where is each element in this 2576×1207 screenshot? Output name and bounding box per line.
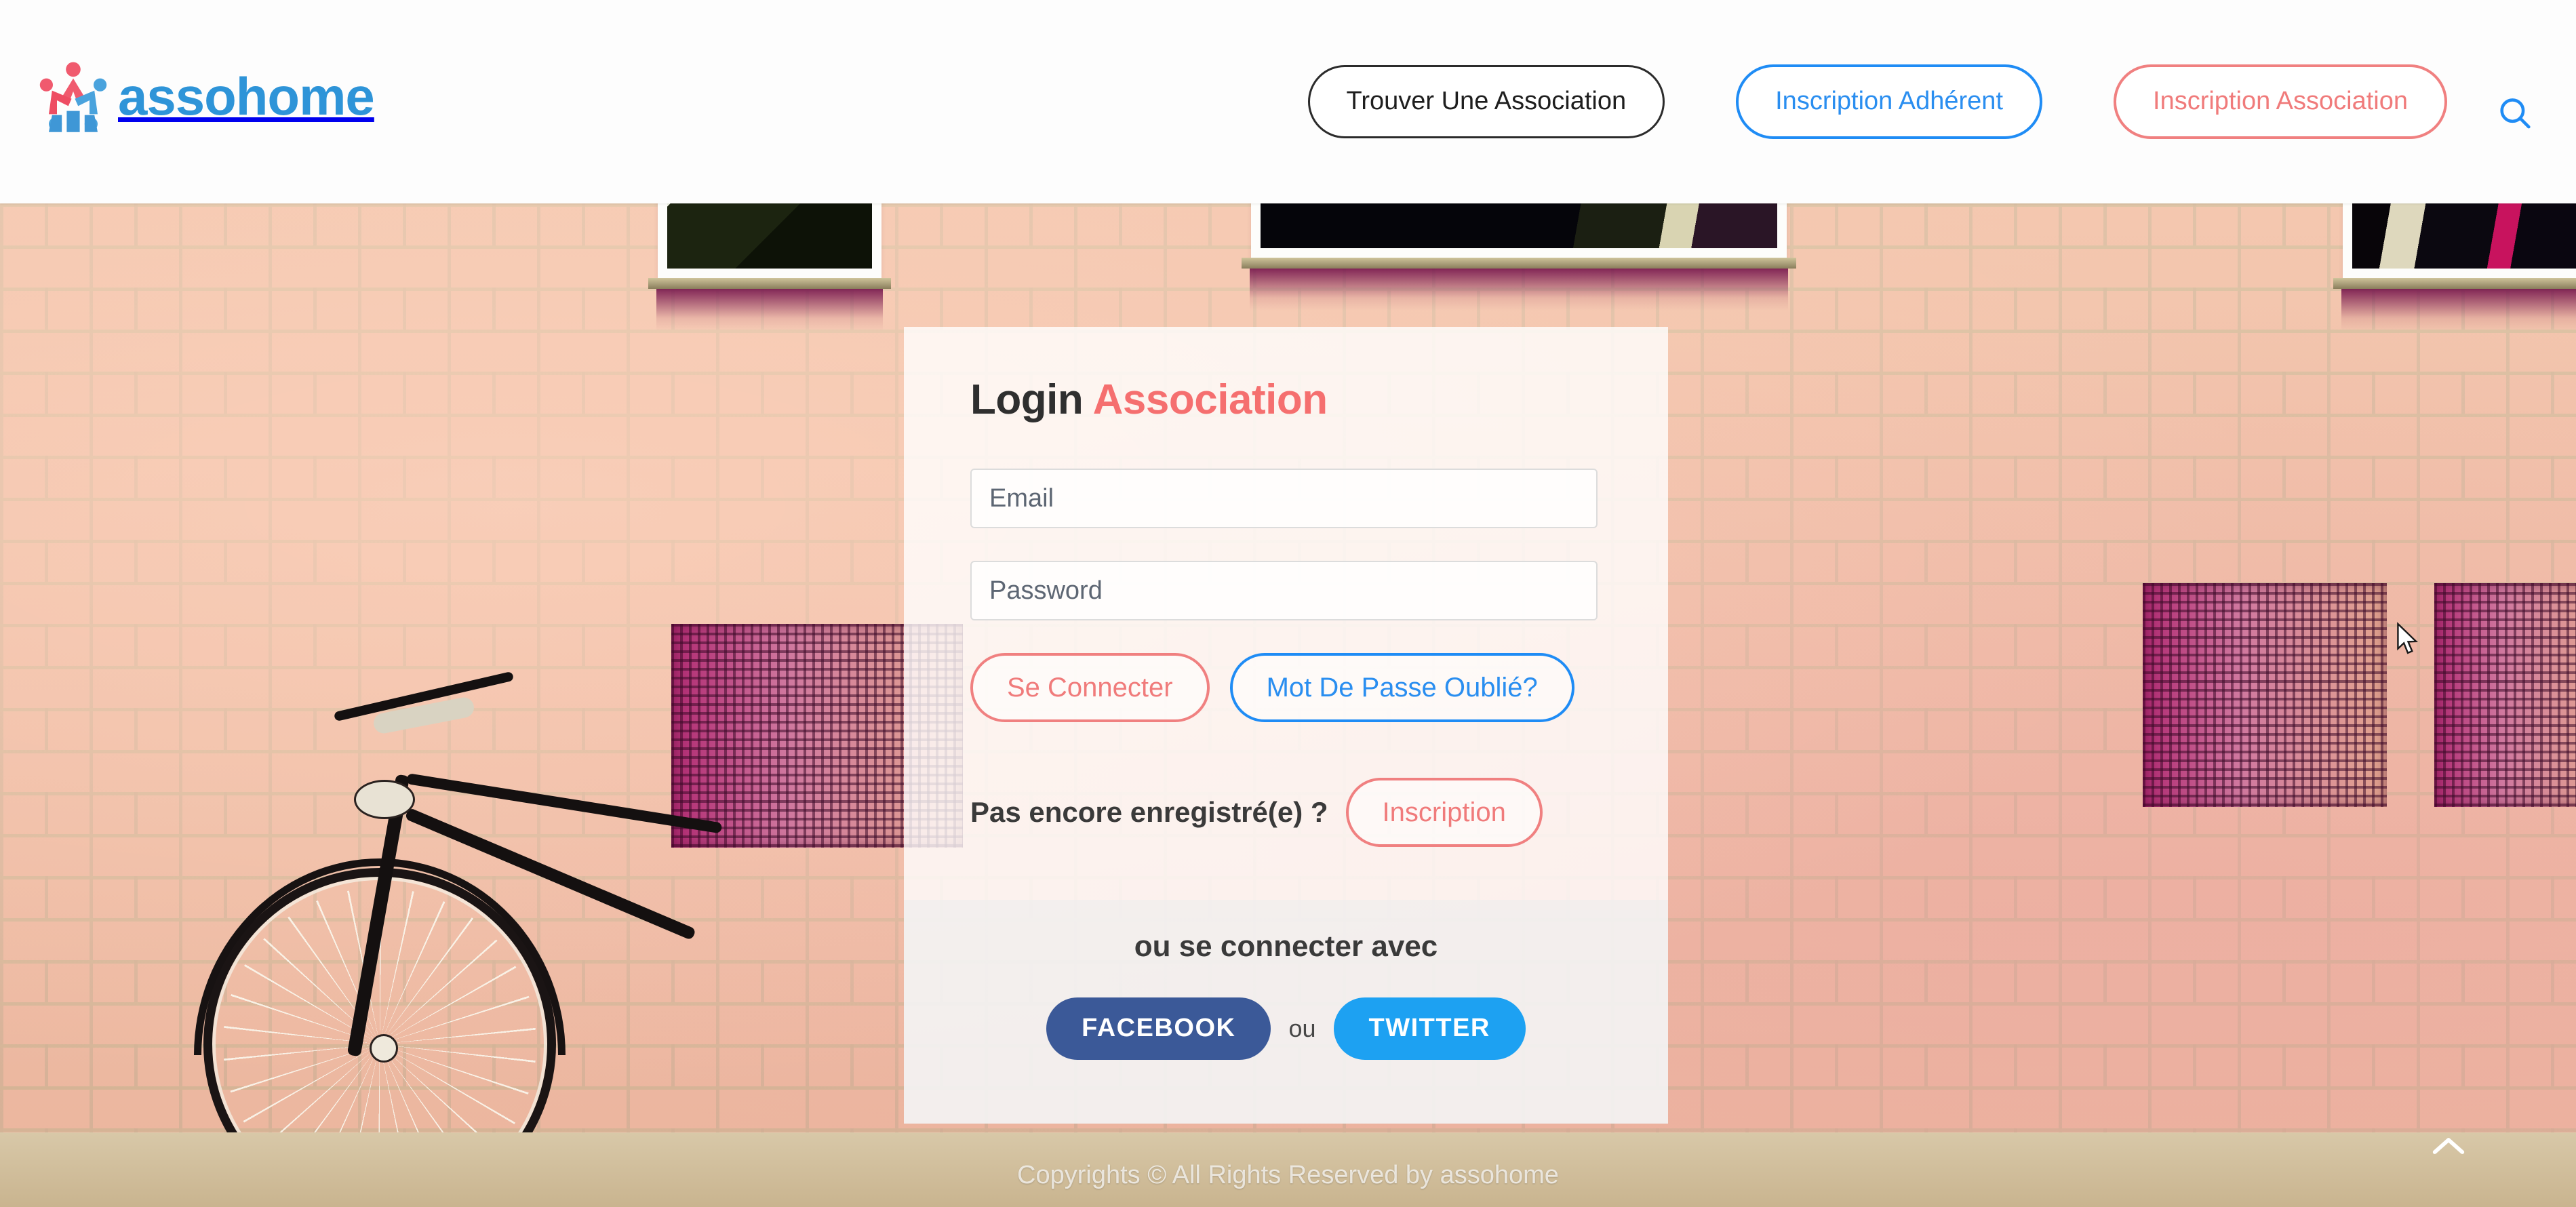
brand-name: assohome [118, 66, 375, 126]
nav-inscription-association[interactable]: Inscription Association [2114, 64, 2447, 139]
background-window-middle [1251, 203, 1787, 258]
se-connecter-button[interactable]: Se Connecter [970, 653, 1210, 722]
window-stain-right [2341, 289, 2576, 331]
login-action-row: Se Connecter Mot De Passe Oublié? [970, 653, 1602, 722]
page-title-accent: Association [1092, 376, 1328, 423]
chevron-up-icon[interactable] [2421, 1122, 2476, 1170]
window-pane [2352, 203, 2576, 269]
window-stain-middle [1250, 269, 1788, 311]
twitter-login-button[interactable]: TWITTER [1333, 997, 1526, 1060]
signup-prompt-label: Pas encore enregistré(e) ? [970, 796, 1328, 828]
page-title-main: Login [970, 376, 1084, 423]
page-title: Login Association [970, 376, 1602, 424]
password-input[interactable] [970, 561, 1598, 620]
main-navigation: Trouver Une Association Inscription Adhé… [1307, 0, 2447, 203]
window-pane [1261, 203, 1777, 248]
social-login-title: ou se connecter avec [1134, 930, 1438, 963]
nav-trouver-une-association[interactable]: Trouver Une Association [1307, 65, 1665, 138]
window-stain-left [656, 289, 883, 331]
background-vent-right-b [2434, 583, 2576, 807]
window-sill-right [2333, 278, 2576, 289]
window-sill-middle [1242, 258, 1796, 269]
nav-inscription-adherent[interactable]: Inscription Adhérent [1736, 64, 2043, 139]
facebook-login-button[interactable]: FACEBOOK [1046, 997, 1271, 1060]
page-root: assohome Trouver Une Association Inscrip… [0, 0, 2576, 1207]
login-card-body: Login Association Se Connecter Mot De Pa… [904, 327, 1668, 847]
window-sill-left [648, 278, 891, 289]
chevron-up-icon-glyph [2432, 1138, 2465, 1154]
brand-logo-link[interactable]: assohome [33, 56, 375, 137]
site-header: assohome Trouver Une Association Inscrip… [0, 0, 2576, 203]
window-pane [667, 203, 872, 269]
mouse-cursor [2397, 622, 2419, 654]
bicycle-top-tube [405, 773, 723, 834]
search-icon[interactable] [2482, 81, 2548, 146]
copyright-text: Copyrights © All Rights Reserved by asso… [1017, 1161, 1559, 1189]
inscription-button[interactable]: Inscription [1345, 778, 1543, 847]
people-group-logo-icon [39, 62, 107, 132]
background-vent-right-a [2143, 583, 2387, 807]
email-input[interactable] [970, 469, 1598, 528]
social-separator-label: ou [1288, 1014, 1316, 1042]
mot-de-passe-oublie-button[interactable]: Mot De Passe Oublié? [1229, 653, 1574, 722]
search-icon-glyph [2500, 98, 2531, 129]
background-bicycle [194, 665, 881, 1207]
social-buttons-row: FACEBOOK ou TWITTER [1046, 997, 1526, 1060]
signup-row: Pas encore enregistré(e) ? Inscription [970, 778, 1602, 847]
login-card: Login Association Se Connecter Mot De Pa… [904, 327, 1668, 1124]
background-window-left [658, 203, 881, 278]
background-window-right [2343, 203, 2576, 278]
bicycle-headlamp [354, 780, 415, 819]
social-login-section: ou se connecter avec FACEBOOK ou TWITTER [904, 900, 1668, 1124]
